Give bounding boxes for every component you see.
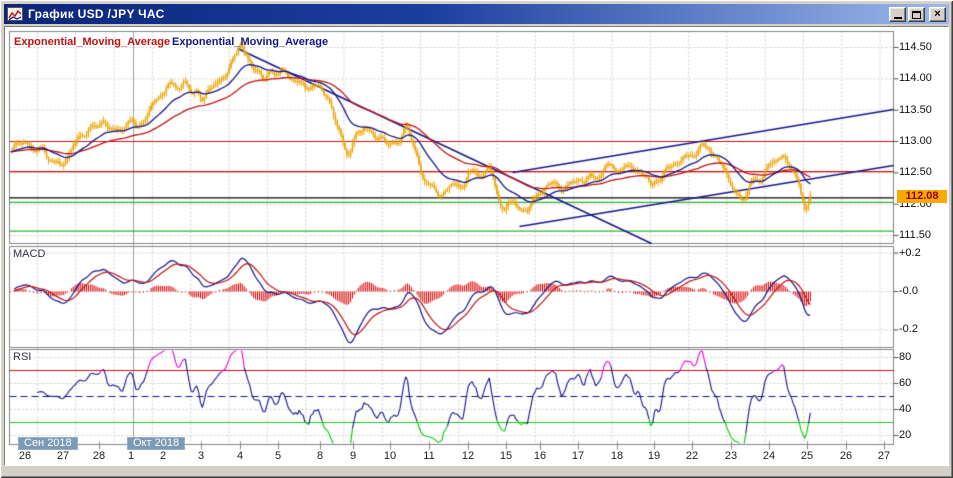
date-tick-label: 5 [268,450,288,462]
maximize-icon [912,11,921,19]
date-tick-label: 1 [121,450,141,462]
macd-tick-label: -0.2 [899,323,947,335]
date-tick-label: 11 [419,450,439,462]
date-tick-label: 26 [836,450,856,462]
macd-tick-label: +0.2 [899,247,947,259]
ema-label-blue: Exponential_Moving_Average [172,36,328,48]
date-tick-label: 16 [530,450,550,462]
close-button[interactable]: × [929,7,946,22]
price-tick-label: 111.50 [899,229,947,241]
ema-label-red: Exponential_Moving_Average [14,36,170,48]
maximize-button[interactable] [908,7,925,22]
price-tick-label: 114.50 [899,41,947,53]
date-tick-label: 23 [721,450,741,462]
minimize-icon [894,17,902,19]
date-tick-label: 22 [682,450,702,462]
window-chart-icon [7,7,23,21]
price-tick-label: 113.00 [899,135,947,147]
price-tick-label: 112.50 [899,166,947,178]
date-tick-label: 19 [644,450,664,462]
date-tick-label: 10 [380,450,400,462]
date-tick-label: 28 [89,450,109,462]
price-tick-label: 114.00 [899,72,947,84]
rsi-tick-label: 40 [899,403,947,415]
date-tick-label: 4 [230,450,250,462]
minimize-button[interactable] [889,7,906,22]
date-tick-label: 27 [53,450,73,462]
window-title: График USD /JPY ЧАС [28,7,887,21]
date-tick-label: 26 [15,450,35,462]
date-tick-label: 8 [310,450,330,462]
current-price-badge: 112.08 [897,190,947,203]
title-bar[interactable]: График USD /JPY ЧАС × [4,4,949,24]
price-tick-label: 113.50 [899,104,947,116]
date-tick-label: 27 [874,450,894,462]
macd-pane-label: MACD [13,248,45,260]
month-badge-sep-2018: Сен 2018 [18,437,78,450]
macd-tick-label: -0.0 [899,285,947,297]
date-tick-label: 3 [191,450,211,462]
date-tick-label: 24 [759,450,779,462]
date-tick-label: 9 [343,450,363,462]
date-tick-label: 12 [458,450,478,462]
date-tick-label: 15 [496,450,516,462]
date-tick-label: 17 [568,450,588,462]
date-tick-label: 2 [153,450,173,462]
month-badge-oct-2018: Окт 2018 [127,437,185,450]
rsi-pane-label: RSI [13,351,31,363]
chart-canvas[interactable] [0,0,953,478]
rsi-tick-label: 80 [899,351,947,363]
close-icon: × [934,8,940,21]
rsi-tick-label: 60 [899,377,947,389]
rsi-tick-label: 20 [899,429,947,441]
date-tick-label: 18 [607,450,627,462]
date-tick-label: 25 [797,450,817,462]
chart-window: График USD /JPY ЧАС × Exponential_Moving… [0,0,953,478]
